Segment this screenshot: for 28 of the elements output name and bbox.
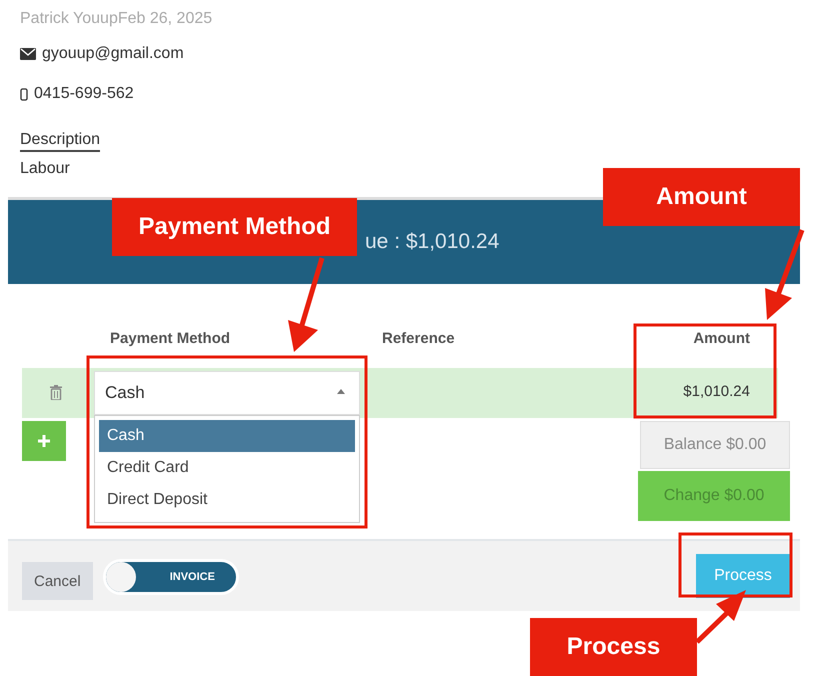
- plus-icon: [38, 435, 50, 447]
- dropdown-option[interactable]: Credit Card: [99, 452, 355, 484]
- cancel-button[interactable]: Cancel: [22, 562, 93, 600]
- amount-cell: $1,010.24: [683, 383, 750, 400]
- caret-icon: [337, 389, 345, 394]
- callout-label: Payment Method: [112, 198, 357, 256]
- email-text: gyouup@gmail.com: [42, 45, 184, 63]
- change-box: Change $0.00: [638, 471, 790, 521]
- envelope-icon: [20, 48, 36, 60]
- customer-name-date: Patrick YouupFeb 26, 2025: [20, 10, 214, 29]
- description-label: Description: [20, 130, 100, 152]
- column-header: Payment Method: [110, 330, 230, 347]
- column-header: Reference: [382, 330, 455, 347]
- total-due-text: ue : $1,010.24: [365, 230, 500, 254]
- phone-text: 0415-699-562: [34, 85, 134, 103]
- balance-box: Balance $0.00: [640, 421, 790, 469]
- trash-icon[interactable]: [50, 385, 62, 400]
- callout-label: Process: [530, 618, 697, 676]
- add-button[interactable]: [22, 421, 66, 461]
- payment-method-select[interactable]: Cash: [94, 371, 360, 415]
- dropdown-option[interactable]: Cash: [99, 420, 355, 452]
- column-header: Amount: [693, 330, 750, 347]
- description-text: Labour: [20, 160, 71, 179]
- phone-icon: [20, 88, 28, 100]
- callout-arrow: [695, 590, 746, 644]
- invoice-toggle[interactable]: INVOICE: [102, 559, 239, 595]
- callout-label: Amount: [603, 168, 800, 226]
- dropdown-option[interactable]: Direct Deposit: [99, 484, 355, 516]
